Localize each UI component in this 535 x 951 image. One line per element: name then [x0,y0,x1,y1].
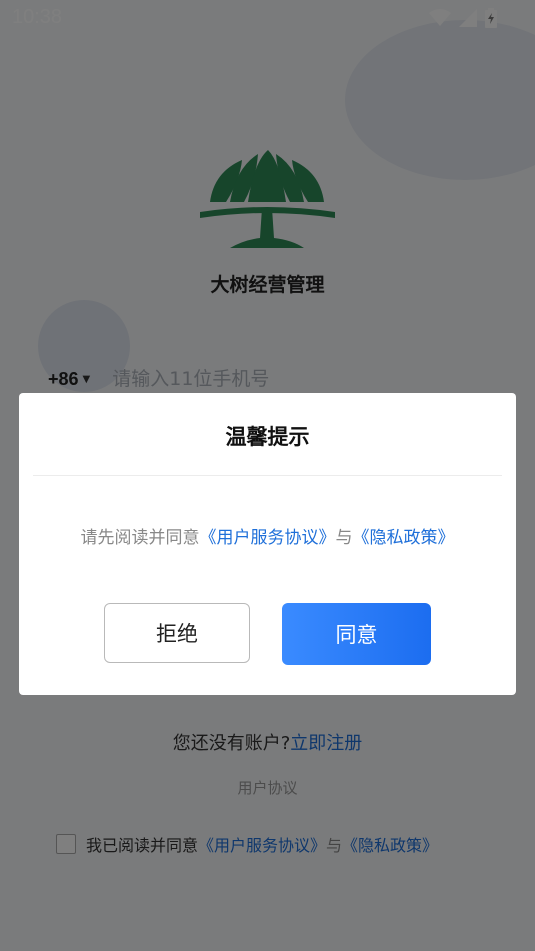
dialog-service-agreement-link[interactable]: 《用户服务协议》 [200,528,336,548]
agree-button[interactable]: 同意 [282,603,431,665]
dialog-message: 请先阅读并同意《用户服务协议》与《隐私政策》 [19,523,516,548]
consent-dialog: 温馨提示 请先阅读并同意《用户服务协议》与《隐私政策》 拒绝 同意 [19,393,516,695]
dialog-privacy-policy-link[interactable]: 《隐私政策》 [353,528,455,548]
reject-button[interactable]: 拒绝 [104,603,250,663]
dialog-connector: 与 [335,528,353,548]
dialog-message-prefix: 请先阅读并同意 [80,528,200,548]
dialog-title: 温馨提示 [225,425,310,449]
dialog-divider [33,475,502,476]
